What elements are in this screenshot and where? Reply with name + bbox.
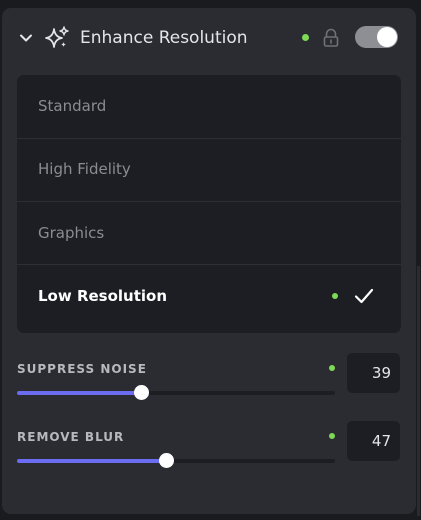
- option-label: Graphics: [38, 224, 105, 242]
- suppress-noise-label: SUPPRESS NOISE: [17, 362, 147, 376]
- suppress-noise-slider[interactable]: [17, 385, 335, 400]
- remove-blur-value-input[interactable]: 47: [347, 421, 400, 461]
- sparkles-icon: [45, 26, 69, 48]
- suppress-noise-value-input[interactable]: 39: [347, 353, 400, 393]
- slider-fill: [17, 391, 142, 395]
- toggle-knob: [377, 27, 397, 47]
- remove-blur-label: REMOVE BLUR: [17, 430, 125, 444]
- suppress-noise-status-dot: [329, 365, 335, 371]
- slider-thumb[interactable]: [134, 385, 150, 400]
- selected-status-dot: [332, 293, 338, 299]
- option-high-fidelity[interactable]: High Fidelity: [17, 138, 401, 202]
- checkmark-icon: [354, 288, 374, 304]
- option-label: Low Resolution: [38, 287, 168, 305]
- chevron-down-icon[interactable]: [18, 30, 34, 46]
- resolution-mode-list: Standard High Fidelity Graphics Low Reso…: [17, 75, 401, 333]
- panel-header[interactable]: Enhance Resolution: [2, 8, 416, 68]
- option-standard[interactable]: Standard: [17, 75, 401, 139]
- panel-title: Enhance Resolution: [80, 28, 248, 48]
- remove-blur-status-dot: [329, 433, 335, 439]
- enable-toggle[interactable]: [355, 26, 398, 48]
- option-label: Standard: [38, 97, 107, 115]
- suppress-noise-control: SUPPRESS NOISE 39: [2, 353, 416, 411]
- remove-blur-slider[interactable]: [17, 453, 335, 468]
- option-low-resolution[interactable]: Low Resolution: [17, 264, 401, 327]
- option-label: High Fidelity: [38, 160, 131, 178]
- lock-icon[interactable]: [321, 27, 341, 49]
- option-graphics[interactable]: Graphics: [17, 201, 401, 265]
- scrollbar-edge[interactable]: [417, 266, 420, 516]
- slider-fill: [17, 459, 167, 463]
- enhance-resolution-panel: Enhance Resolution Standard High Fidelit…: [2, 8, 416, 514]
- active-status-dot: [302, 34, 309, 41]
- slider-thumb[interactable]: [159, 453, 175, 468]
- remove-blur-control: REMOVE BLUR 47: [2, 421, 416, 479]
